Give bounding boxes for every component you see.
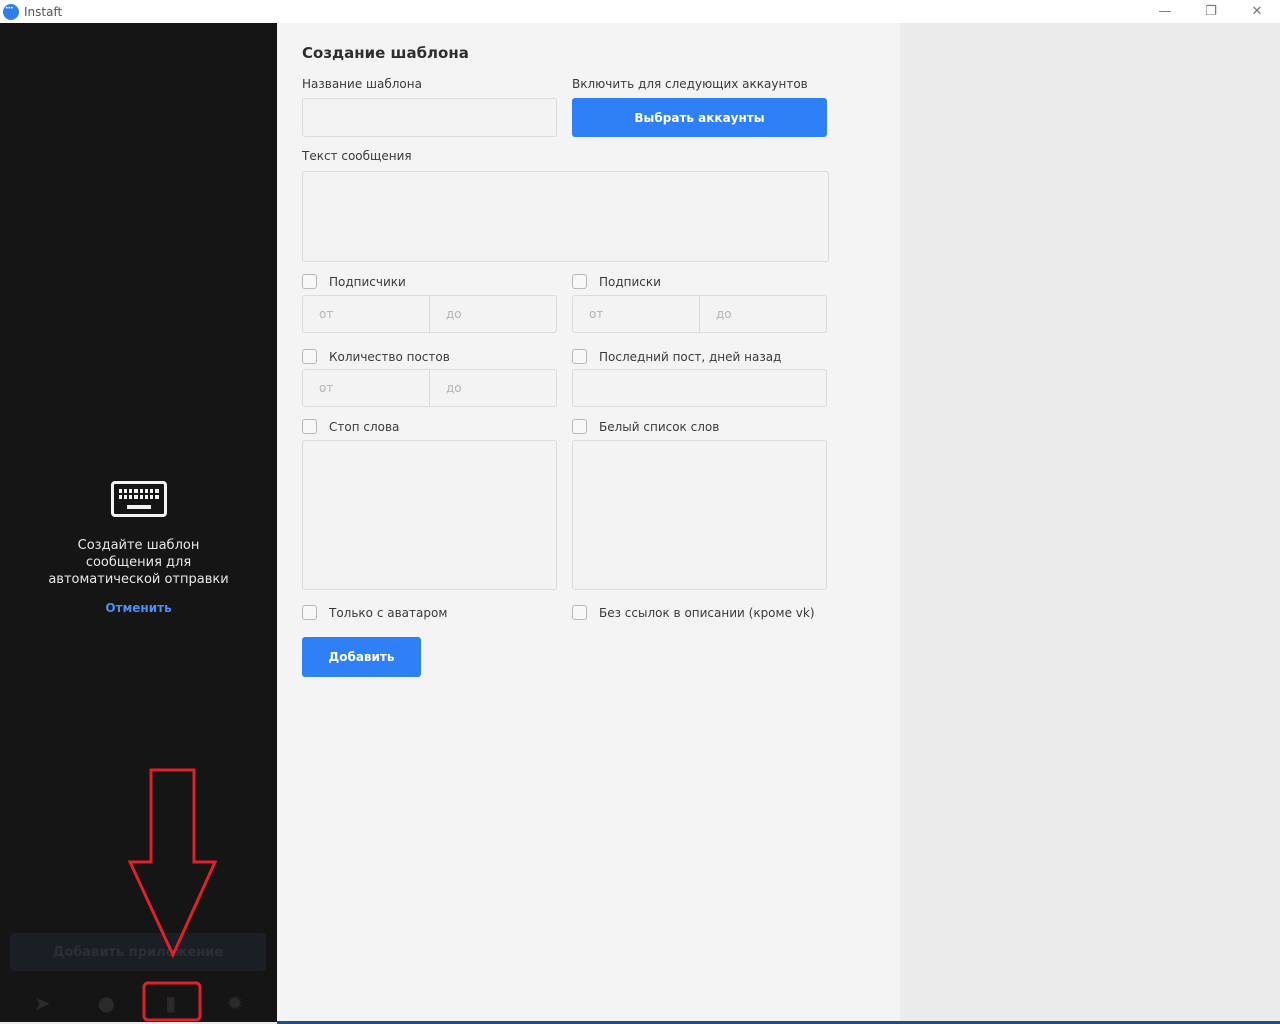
followers-label: Подписчики bbox=[329, 274, 406, 289]
following-range: от до bbox=[572, 295, 827, 333]
white-list-label: Белый список слов bbox=[599, 419, 720, 434]
accounts-label: Включить для следующих аккаунтов bbox=[572, 77, 808, 91]
posts-count-range: от до bbox=[302, 369, 557, 407]
following-label: Подписки bbox=[599, 274, 661, 289]
following-checkbox[interactable] bbox=[572, 274, 587, 289]
no-links-label: Без ссылок в описании (кроме vk) bbox=[599, 605, 815, 620]
nav-chat-icon[interactable]: ▮ bbox=[151, 988, 191, 1018]
white-list-textarea[interactable] bbox=[572, 440, 827, 590]
stop-words-label: Стоп слова bbox=[329, 419, 400, 434]
keyboard-icon bbox=[110, 481, 167, 517]
followers-checkbox[interactable] bbox=[302, 274, 317, 289]
template-name-label: Название шаблона bbox=[302, 77, 422, 91]
followers-to-input[interactable]: до bbox=[430, 295, 557, 333]
cancel-link[interactable]: Отменить bbox=[105, 601, 171, 615]
last-post-option[interactable]: Последний пост, дней назад bbox=[572, 349, 781, 364]
app-logo-icon bbox=[3, 3, 19, 20]
close-button[interactable]: ✕ bbox=[1234, 0, 1280, 23]
sidebar: Создайте шаблон сообщения для автоматиче… bbox=[0, 23, 277, 1022]
add-account-button[interactable]: Добавить приложение bbox=[10, 933, 266, 971]
avatar-only-option[interactable]: Только с аватаром bbox=[302, 605, 447, 620]
stop-words-option[interactable]: Стоп слова bbox=[302, 419, 399, 434]
posts-count-checkbox[interactable] bbox=[302, 349, 317, 364]
posts-count-option[interactable]: Количество постов bbox=[302, 349, 450, 364]
message-text-area[interactable] bbox=[302, 171, 829, 262]
avatar-only-checkbox[interactable] bbox=[302, 605, 317, 620]
nav-user-icon[interactable]: ● bbox=[86, 988, 126, 1018]
followers-option[interactable]: Подписчики bbox=[302, 274, 406, 289]
template-form: Создание шаблона Название шаблона Включи… bbox=[277, 23, 900, 1022]
page-title: Создание шаблона bbox=[302, 44, 469, 62]
following-to-input[interactable]: до bbox=[700, 295, 827, 333]
posts-count-label: Количество постов bbox=[329, 349, 450, 364]
avatar-only-label: Только с аватаром bbox=[329, 605, 448, 620]
title-bar: Instaft — ❐ ✕ bbox=[0, 0, 1280, 23]
stop-words-textarea[interactable] bbox=[302, 440, 557, 590]
window-controls: — ❐ ✕ bbox=[1142, 0, 1280, 23]
template-name-input[interactable] bbox=[302, 98, 557, 137]
select-accounts-button[interactable]: Выбрать аккаунты bbox=[572, 98, 827, 137]
no-links-option[interactable]: Без ссылок в описании (кроме vk) bbox=[572, 605, 815, 620]
stop-words-checkbox[interactable] bbox=[302, 419, 317, 434]
restore-button[interactable]: ❐ bbox=[1188, 0, 1234, 23]
message-text-label: Текст сообщения bbox=[302, 149, 412, 163]
followers-from-input[interactable]: от bbox=[302, 295, 430, 333]
white-list-option[interactable]: Белый список слов bbox=[572, 419, 719, 434]
white-list-checkbox[interactable] bbox=[572, 419, 587, 434]
add-button[interactable]: Добавить bbox=[302, 637, 421, 677]
posts-to-input[interactable]: до bbox=[430, 369, 557, 407]
minimize-button[interactable]: — bbox=[1142, 0, 1188, 23]
no-links-checkbox[interactable] bbox=[572, 605, 587, 620]
followers-range: от до bbox=[302, 295, 557, 333]
following-from-input[interactable]: от bbox=[572, 295, 700, 333]
posts-from-input[interactable]: от bbox=[302, 369, 430, 407]
bottom-nav: ➤ ● ▮ ✹ bbox=[0, 985, 277, 1021]
nav-gear-icon[interactable]: ✹ bbox=[215, 988, 255, 1018]
last-post-label: Последний пост, дней назад bbox=[599, 349, 782, 364]
empty-state: Создайте шаблон сообщения для автоматиче… bbox=[0, 481, 277, 616]
last-post-input[interactable] bbox=[572, 369, 827, 407]
empty-state-text: Создайте шаблон сообщения для автоматиче… bbox=[48, 538, 229, 587]
window-title: Instaft bbox=[24, 4, 63, 19]
last-post-checkbox[interactable] bbox=[572, 349, 587, 364]
nav-send-icon[interactable]: ➤ bbox=[22, 988, 62, 1018]
following-option[interactable]: Подписки bbox=[572, 274, 661, 289]
